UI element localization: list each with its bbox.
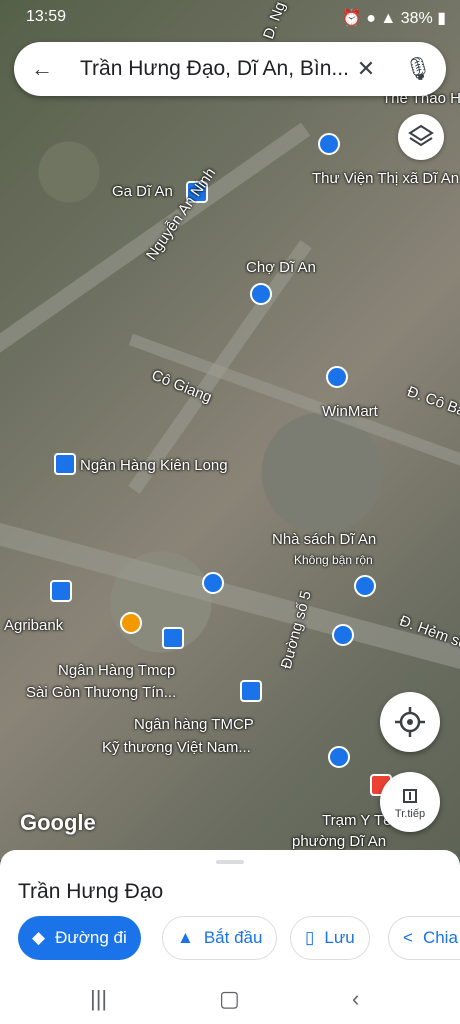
map-label-kien-long[interactable]: Ngân Hàng Kiên Long: [80, 457, 228, 474]
place-title: Trần Hưng Đạo: [18, 880, 164, 903]
search-query[interactable]: Trần Hưng Đạo, Dĩ An, Bìn...: [80, 57, 358, 81]
signal-icon: ▲: [380, 10, 397, 27]
shop-pin-icon[interactable]: [202, 572, 224, 594]
start-label: Bắt đầu: [203, 928, 263, 947]
navigation-arrow-icon: ▲: [177, 928, 194, 947]
back-arrow-icon[interactable]: ←: [28, 55, 56, 83]
library-pin-icon[interactable]: [318, 133, 340, 155]
map-label-ga-di-an[interactable]: Ga Dĩ An: [112, 183, 173, 200]
share-label: Chia: [422, 928, 458, 947]
map-label-agribank[interactable]: Agribank: [4, 617, 63, 634]
bank-pin-3-icon[interactable]: [240, 680, 262, 702]
map-label-co-ba: Đ. Cô Ba: [404, 383, 460, 420]
bookmark-icon: ▯: [305, 928, 315, 947]
alarm-icon: ⏰: [341, 10, 362, 27]
search-bar[interactable]: ← Trần Hưng Đạo, Dĩ An, Bìn... ✕ 🎙: [14, 42, 446, 96]
map-label-sai-gon[interactable]: Sài Gòn Thương Tín...: [26, 684, 176, 701]
map-label-ky-thuong[interactable]: Kỹ thương Việt Nam...: [102, 739, 251, 756]
map-label-nha-sach[interactable]: Nhà sách Dĩ An: [272, 531, 376, 548]
back-icon[interactable]: ‹: [352, 986, 359, 1012]
store-pin-icon[interactable]: [326, 366, 348, 388]
status-right: ⏰ ● ▲ 38% ▮: [342, 8, 446, 28]
layers-icon: [408, 124, 434, 147]
directions-fab-label: Tr.tiếp: [394, 808, 426, 820]
my-location-button[interactable]: [380, 692, 440, 752]
sheet-handle[interactable]: [216, 860, 244, 864]
google-attribution: Google: [20, 810, 96, 835]
restaurant-pin-icon[interactable]: [120, 612, 142, 634]
save-label: Lưu: [324, 928, 355, 947]
status-bar: 13:59 ⏰ ● ▲ 38% ▮: [0, 0, 460, 34]
map-label-tmcp-1[interactable]: Ngân Hàng Tmcp: [58, 662, 175, 679]
directions-icon: ◆: [32, 928, 46, 947]
microphone-icon[interactable]: 🎙: [404, 55, 432, 83]
map-label-tmcp-2[interactable]: Ngân hàng TMCP: [134, 716, 254, 733]
parking-pin-icon[interactable]: [332, 624, 354, 646]
agribank-pin-icon[interactable]: [50, 580, 72, 602]
recent-apps-icon[interactable]: |||: [90, 986, 107, 1012]
directions-label: Đường đi: [55, 928, 127, 947]
clear-icon[interactable]: ✕: [352, 55, 380, 83]
map-label-cho-di-an[interactable]: Chợ Dĩ An: [246, 259, 316, 276]
map-label-busy: Không bận rộn: [294, 553, 373, 567]
share-icon: <: [403, 928, 413, 947]
home-icon[interactable]: ▢: [219, 986, 240, 1012]
shop-pin-2-icon[interactable]: [328, 746, 350, 768]
location-icon: ●: [366, 10, 376, 27]
market-pin-icon[interactable]: [250, 283, 272, 305]
map-label-phuong-di-an[interactable]: phường Dĩ An: [292, 833, 386, 850]
battery-icon: ▮: [437, 10, 446, 27]
system-nav-bar: ||| ▢ ‹: [0, 974, 460, 1024]
directions-fab[interactable]: Tr.tiếp: [380, 772, 440, 832]
map-label-nguyen-an-ninh: Nguyễn An Ninh: [143, 164, 220, 264]
layers-button[interactable]: [398, 114, 444, 160]
start-button[interactable]: ▲ Bắt đầu: [162, 916, 278, 960]
directions-button[interactable]: ◆ Đường đi: [18, 916, 141, 960]
map-label-thu-vien[interactable]: Thư Viện Thị xã Dĩ An: [312, 170, 459, 187]
bookstore-pin-icon[interactable]: [354, 575, 376, 597]
bank-pin-icon[interactable]: [54, 453, 76, 475]
battery-level: 38%: [400, 10, 433, 27]
bank-pin-2-icon[interactable]: [162, 627, 184, 649]
share-button[interactable]: < Chia: [388, 916, 460, 960]
map-label-winmart[interactable]: WinMart: [322, 403, 378, 420]
save-button[interactable]: ▯ Lưu: [290, 916, 370, 960]
status-time: 13:59: [26, 8, 67, 25]
crosshair-icon: [395, 707, 425, 737]
